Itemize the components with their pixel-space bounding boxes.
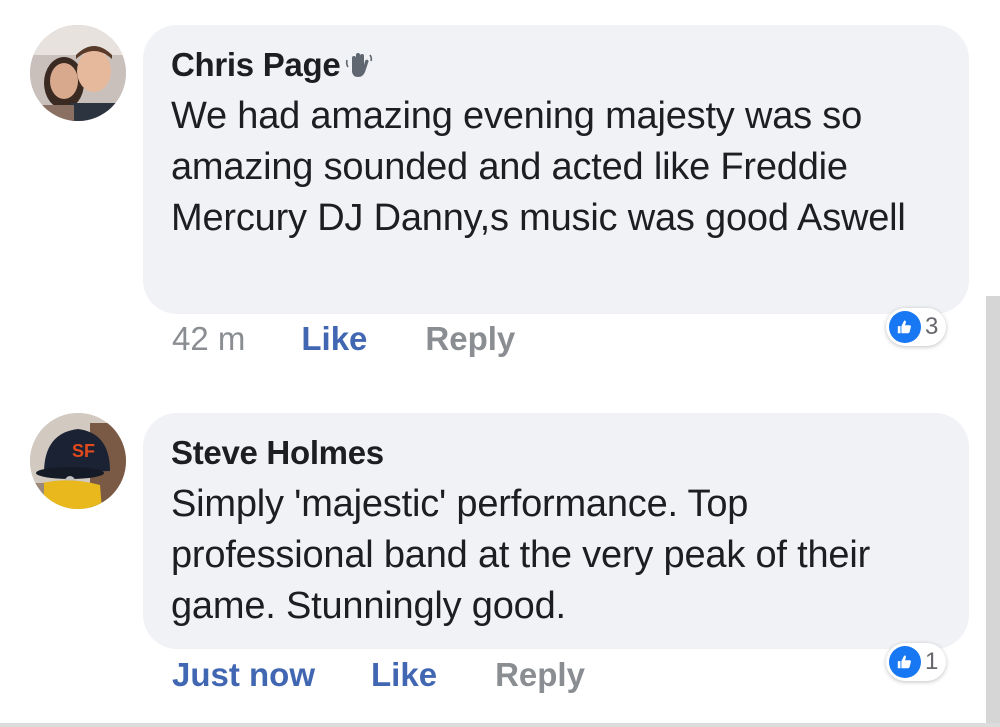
comment-author[interactable]: Chris Page [171, 46, 341, 84]
avatar-photo: SF [30, 413, 126, 509]
comment-bubble: Chris Page We had amazing evening majest… [143, 25, 969, 314]
comment-timestamp[interactable]: Just now [172, 656, 315, 694]
comment-text: Simply 'majestic' performance. Top profe… [171, 483, 871, 627]
comment-timestamp[interactable]: 42 m [172, 320, 245, 358]
avatar[interactable] [30, 25, 126, 121]
thumbs-up-icon [889, 646, 921, 678]
comment-actions: 42 m Like Reply [172, 320, 515, 358]
comments-page: Chris Page We had amazing evening majest… [0, 0, 1000, 727]
reaction-count: 3 [925, 313, 939, 340]
avatar-photo [30, 25, 126, 121]
comment-bubble: Steve Holmes Simply 'majestic' performan… [143, 413, 969, 649]
svg-text:SF: SF [72, 441, 95, 461]
like-button[interactable]: Like [371, 656, 437, 694]
reaction-count: 1 [925, 648, 939, 675]
thumbs-up-icon [889, 311, 921, 343]
wave-icon [344, 50, 374, 80]
reaction-summary[interactable]: 3 [886, 308, 947, 346]
avatar[interactable]: SF [30, 413, 126, 509]
reply-button[interactable]: Reply [425, 320, 515, 358]
divider [0, 723, 1000, 727]
comment-text: We had amazing evening majesty was so am… [171, 95, 906, 239]
reply-button[interactable]: Reply [495, 656, 585, 694]
scrollbar[interactable] [986, 296, 1000, 727]
reaction-summary[interactable]: 1 [886, 643, 947, 681]
like-button[interactable]: Like [301, 320, 367, 358]
comment-author[interactable]: Steve Holmes [171, 434, 384, 472]
comment-actions: Just now Like Reply [172, 656, 585, 694]
